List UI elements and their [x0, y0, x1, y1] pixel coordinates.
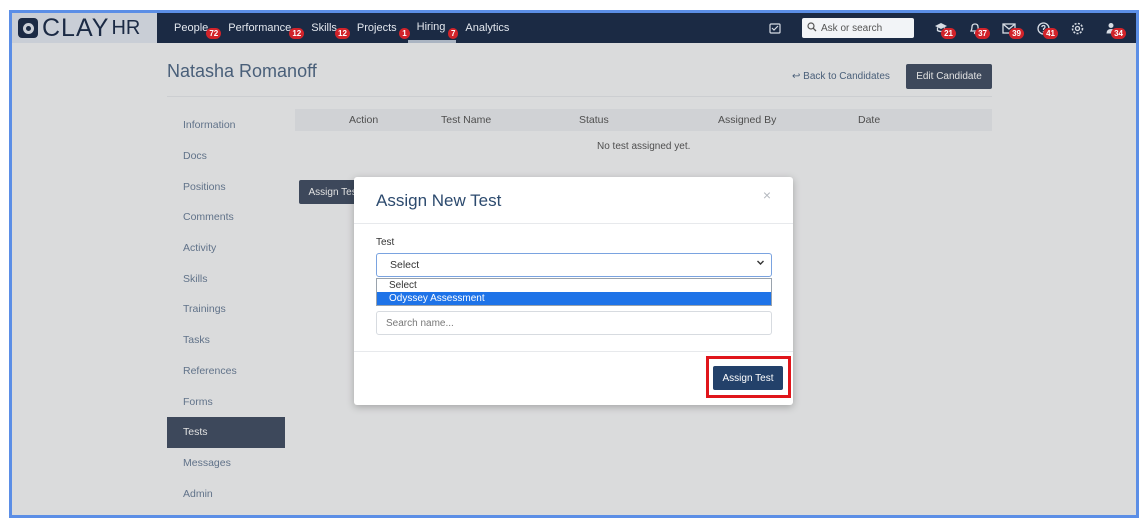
nav-skills[interactable]: Skills 12: [302, 13, 350, 43]
nav-analytics[interactable]: Analytics: [456, 13, 520, 43]
nav-label: Skills: [311, 22, 337, 34]
test-select-dropdown: Select Odyssey Assessment: [376, 278, 772, 306]
nav-label: Performance: [228, 22, 292, 34]
assign-test-modal: Assign New Test × Test Select Select Ody…: [354, 177, 793, 405]
global-search-input[interactable]: Ask or search: [802, 18, 914, 38]
modal-header-divider: [354, 223, 793, 224]
icon-badge: 21: [941, 28, 956, 39]
gear-icon[interactable]: [1060, 13, 1094, 43]
test-select-value: Select: [390, 259, 420, 271]
nav-projects[interactable]: Projects 1: [348, 13, 410, 43]
search-icon: [807, 21, 817, 35]
icon-badge: 34: [1111, 28, 1126, 39]
search-placeholder: Ask or search: [821, 22, 883, 34]
select-option-odyssey-assessment[interactable]: Odyssey Assessment: [377, 292, 771, 305]
calendar-icon[interactable]: [758, 13, 792, 43]
search-name-input[interactable]: Search name...: [376, 311, 772, 335]
app-window: CLAY HR People 72 Performance 12 Skills …: [9, 10, 1139, 518]
test-select[interactable]: Select: [376, 253, 772, 277]
nav-label: Hiring: [416, 20, 446, 33]
icon-badge: 41: [1043, 28, 1058, 39]
main-nav: People 72 Performance 12 Skills 12 Proje…: [165, 13, 520, 43]
clayhr-logo[interactable]: CLAY HR: [12, 13, 157, 43]
icon-badge: 39: [1009, 28, 1024, 39]
page-content: Natasha Romanoff ↩ Back to Candidates Ed…: [12, 43, 1136, 515]
close-icon[interactable]: ×: [763, 187, 771, 203]
nav-hiring[interactable]: Hiring 7: [407, 13, 459, 43]
help-icon[interactable]: 41: [1026, 13, 1060, 43]
select-option[interactable]: Select: [377, 279, 771, 292]
mail-icon[interactable]: 39: [992, 13, 1026, 43]
test-field-label: Test: [376, 237, 395, 248]
nav-label: Analytics: [465, 22, 510, 34]
bell-icon[interactable]: 37: [958, 13, 992, 43]
nav-performance[interactable]: Performance 12: [219, 13, 305, 43]
nav-label: Projects: [356, 22, 397, 34]
modal-footer-divider: [354, 351, 793, 352]
nav-label: People: [174, 22, 209, 34]
chevron-down-icon: [756, 258, 765, 270]
assign-test-button[interactable]: Assign Test: [713, 366, 783, 390]
logo-suffix: HR: [111, 16, 141, 39]
modal-title: Assign New Test: [376, 191, 502, 210]
topbar-right: Ask or search 21 37 39 41 34: [758, 13, 1128, 43]
logo-mark-icon: [18, 18, 38, 38]
user-icon[interactable]: 34: [1094, 13, 1128, 43]
top-navbar: CLAY HR People 72 Performance 12 Skills …: [12, 13, 1136, 43]
icon-badge: 37: [975, 28, 990, 39]
graduation-cap-icon[interactable]: 21: [924, 13, 958, 43]
nav-people[interactable]: People 72: [165, 13, 222, 43]
logo-word: CLAY: [42, 13, 110, 42]
